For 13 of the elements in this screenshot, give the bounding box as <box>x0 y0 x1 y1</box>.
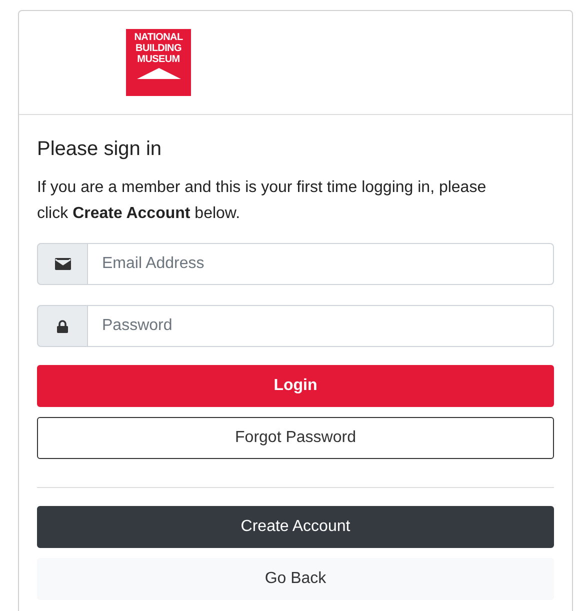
envelope-icon <box>54 258 70 270</box>
action-button[interactable]: Create Account <box>37 506 554 548</box>
login-button[interactable]: Login <box>37 365 554 407</box>
sign-in-title: Please sign in <box>37 137 163 162</box>
intro-text: If you are a member and this is your first time logging in, please click Create Account below. <box>37 178 488 224</box>
action-button[interactable]: Go Back <box>37 558 554 600</box>
lock-icon <box>57 320 68 332</box>
logo-text: MUSEUM <box>137 54 180 65</box>
logo-text: NATIONAL <box>134 32 183 43</box>
input-field[interactable]: Password <box>88 305 554 347</box>
action-button[interactable]: Forgot Password <box>37 417 554 459</box>
logo-text: BUILDING <box>136 43 182 54</box>
input-field[interactable]: Email Address <box>88 243 554 285</box>
